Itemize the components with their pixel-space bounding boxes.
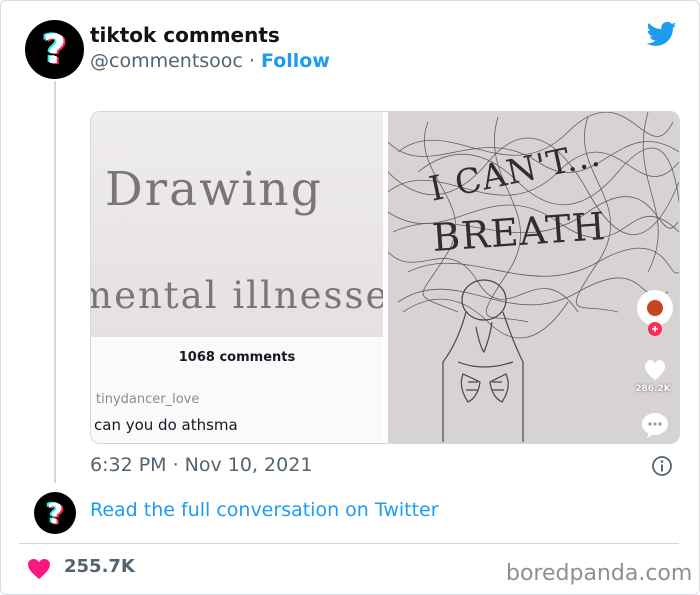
thread-line (54, 81, 56, 483)
drawing-handwritten-text: Drawing (105, 162, 323, 217)
author-handle[interactable]: @commentsooc (90, 50, 243, 72)
read-conversation-link[interactable]: Read the full conversation on Twitter (90, 499, 439, 521)
handle-separator: · (248, 50, 255, 72)
twitter-bird-icon[interactable] (645, 19, 679, 49)
follow-button[interactable]: Follow (261, 50, 330, 72)
comments-count: 1068 comments (178, 350, 296, 365)
author-avatar[interactable]: ? (25, 20, 84, 79)
tweet-media[interactable]: Drawing mental illnesses 1068 comments t… (90, 111, 680, 444)
comment-text: can you do athsma (94, 416, 238, 434)
commenter-name: tinydancer_love (96, 392, 200, 407)
divider (19, 543, 679, 544)
boredpanda-watermark: boredpanda.com (506, 561, 693, 586)
conversation-avatar[interactable]: ? (34, 492, 76, 534)
author-handle-row: @commentsooc · Follow (90, 50, 330, 72)
tiktok-like-count: 286.2K (635, 384, 671, 394)
mental-illnesses-handwritten-text: mental illnesses (91, 274, 383, 317)
avatar-question-glyph: ? (42, 26, 67, 73)
author-name[interactable]: tiktok comments (90, 23, 280, 47)
tweet-card: ? tiktok comments @commentsooc · Follow … (0, 0, 700, 595)
avatar-question-glyph-small: ? (46, 496, 64, 530)
like-count[interactable]: 255.7K (64, 556, 135, 577)
tweet-timestamp[interactable]: 6:32 PM · Nov 10, 2021 (90, 454, 312, 476)
media-left-image: Drawing mental illnesses 1068 comments t… (91, 112, 383, 443)
info-icon[interactable] (651, 455, 673, 477)
heart-icon[interactable] (27, 558, 51, 580)
